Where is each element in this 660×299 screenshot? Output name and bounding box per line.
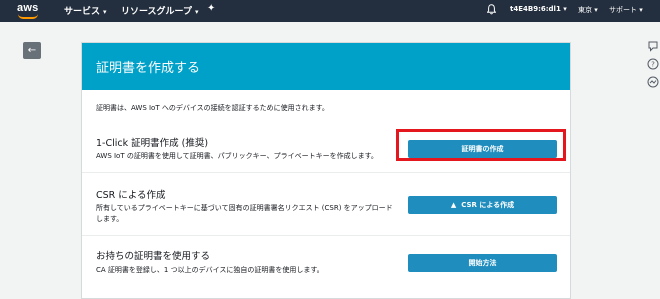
- chevron-down-icon: ▾: [103, 8, 107, 16]
- chat-bubble-icon[interactable]: [647, 40, 659, 52]
- resource-groups-menu[interactable]: リソースグループ ▾: [121, 4, 199, 17]
- csr-section-title: CSR による作成: [96, 190, 166, 201]
- intro-text: 証明書は、AWS IoT へのデバイスの接続を認証するために使用されます。: [96, 104, 329, 112]
- support-menu[interactable]: サポート ▾: [609, 5, 643, 15]
- get-started-button-label: 開始方法: [468, 259, 497, 267]
- get-started-button[interactable]: 開始方法: [408, 254, 557, 272]
- highlight-annotation-box: [396, 129, 566, 161]
- arrow-left-icon: ←: [27, 45, 37, 56]
- svg-text:?: ?: [651, 61, 655, 69]
- region-menu[interactable]: 東京 ▾: [578, 5, 598, 15]
- resource-groups-menu-label: リソースグループ: [121, 7, 193, 17]
- section-divider: [82, 235, 570, 236]
- create-with-csr-button-label: CSR による作成: [461, 201, 515, 209]
- create-certificate-panel: 証明書を作成する 証明書は、AWS IoT へのデバイスの接続を認証するために使…: [81, 42, 571, 299]
- account-name: t4E4B9:6:dl1: [510, 5, 561, 13]
- one-click-section-description: AWS IoT の証明書を使用して証明書、パブリックキー、プライベートキーを作成…: [96, 152, 378, 160]
- back-button[interactable]: ←: [23, 42, 41, 59]
- account-menu[interactable]: t4E4B9:6:dl1 ▾: [510, 5, 567, 13]
- upload-icon: ▲: [450, 201, 457, 209]
- chevron-down-icon: ▾: [594, 6, 598, 14]
- page-title: 証明書を作成する: [96, 61, 201, 76]
- support-label: サポート: [609, 6, 637, 14]
- aws-logo[interactable]: aws: [16, 2, 44, 20]
- region-label: 東京: [578, 6, 592, 14]
- aws-logo-smile-icon: [18, 14, 38, 19]
- panel-header: 証明書を作成する: [82, 43, 570, 90]
- pin-icon[interactable]: ✦: [207, 3, 215, 14]
- aws-logo-text: aws: [17, 2, 39, 14]
- services-menu-label: サービス: [64, 7, 101, 17]
- chevron-down-icon: ▾: [639, 6, 643, 14]
- services-menu[interactable]: サービス ▾: [64, 4, 107, 17]
- create-with-csr-button[interactable]: ▲ CSR による作成: [408, 196, 557, 214]
- one-click-section-title: 1-Click 証明書作成 (推奨): [96, 138, 209, 149]
- chevron-down-icon: ▾: [563, 5, 567, 13]
- help-icon[interactable]: ?: [647, 58, 659, 70]
- chevron-down-icon: ▾: [195, 8, 199, 16]
- csr-section-description: 所有しているプライベートキーに基づいて固有の証明書署名リクエスト (CSR) を…: [96, 204, 393, 223]
- own-certificate-section-description: CA 証明書を登録し、1 つ以上のデバイスに独自の証明書を使用します。: [96, 266, 324, 274]
- own-certificate-section-title: お持ちの証明書を使用する: [96, 251, 211, 262]
- dashboard-gauge-icon[interactable]: [647, 76, 659, 88]
- top-navigation-bar: aws サービス ▾ リソースグループ ▾ ✦ t4E4B9:6:dl1 ▾ 東京 …: [0, 0, 660, 22]
- notification-bell-icon[interactable]: [487, 4, 496, 15]
- section-divider: [82, 172, 570, 173]
